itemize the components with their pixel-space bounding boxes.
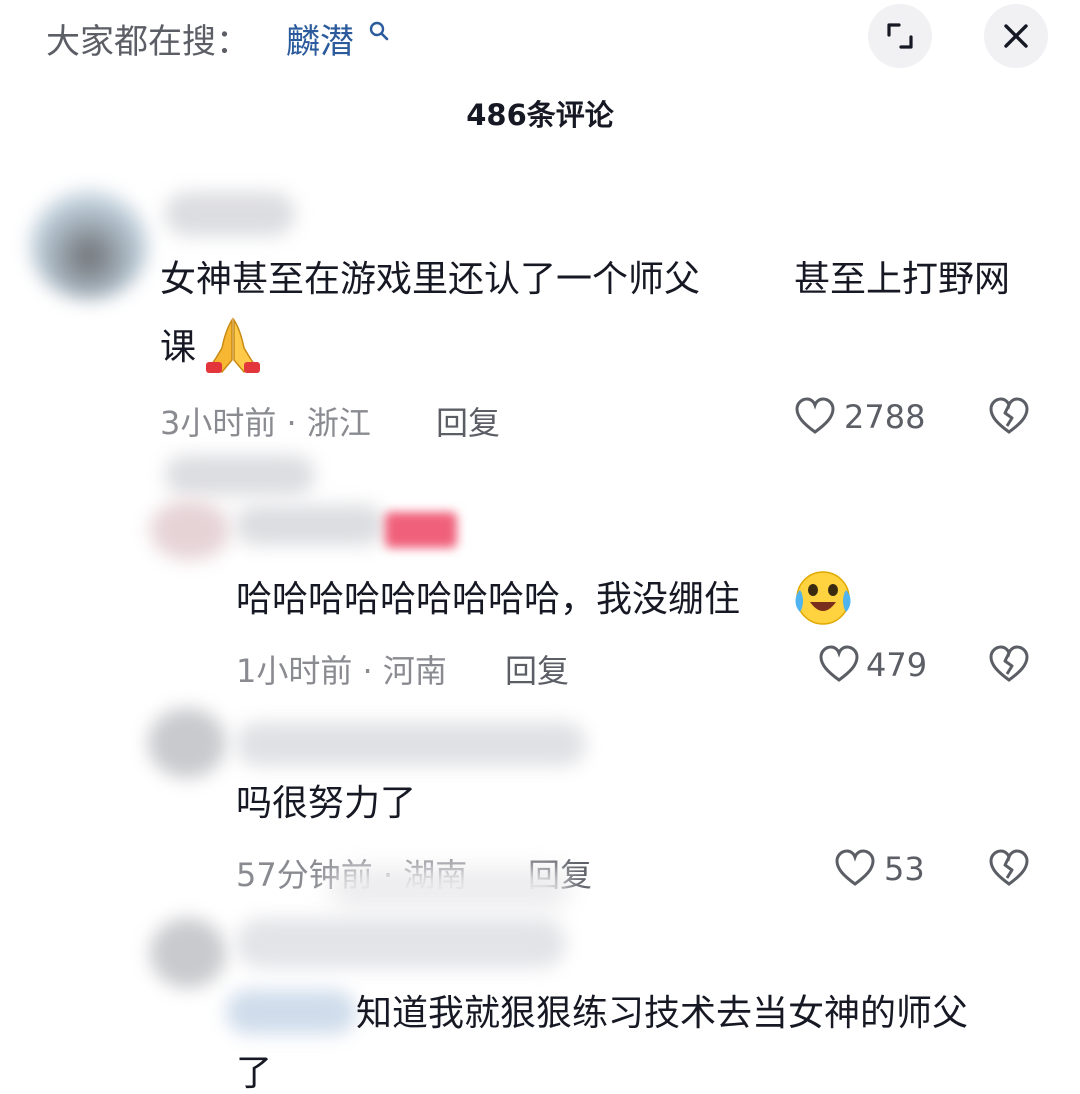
avatar[interactable]: [150, 918, 226, 988]
comment-count-title: 486条评论: [466, 98, 614, 132]
comment-text: 哈哈哈哈哈哈哈哈哈，我没绷住: [236, 579, 741, 620]
like-count: 53: [884, 850, 925, 888]
avatar[interactable]: [30, 190, 148, 300]
comment-text-line2: 了: [236, 1053, 273, 1094]
redaction-blur: [330, 868, 570, 908]
heart-icon[interactable]: [834, 848, 876, 888]
mention-blur: [226, 990, 356, 1034]
author-badge: [385, 512, 457, 548]
search-icon[interactable]: [368, 20, 390, 42]
folded-hands-emoji: [206, 317, 260, 374]
broken-heart-icon[interactable]: [988, 644, 1030, 684]
username[interactable]: [236, 918, 566, 968]
expand-icon: [887, 23, 913, 49]
close-icon: [1004, 24, 1028, 48]
reply-button[interactable]: 回复: [505, 646, 569, 692]
reply-button[interactable]: 回复: [436, 398, 500, 444]
comment-meta: 1小时前 · 河南: [236, 652, 447, 690]
avatar[interactable]: [148, 708, 226, 778]
username[interactable]: [165, 455, 315, 495]
comment-text: 女神甚至在游戏里还认了一个师父: [160, 259, 701, 300]
username[interactable]: [235, 505, 385, 545]
like-count: 479: [866, 646, 928, 684]
comment-text-continued: 甚至上打野网: [794, 259, 1011, 300]
hot-search-term[interactable]: 麟潜: [286, 14, 354, 63]
comment-meta: 3小时前 · 浙江: [160, 404, 371, 442]
heart-icon[interactable]: [794, 396, 836, 436]
like-count: 2788: [844, 398, 926, 436]
comment-text: 知道我就狠狠练习技术去当女神的师父: [356, 993, 969, 1034]
username[interactable]: [165, 192, 295, 236]
avatar[interactable]: [150, 500, 230, 560]
heart-icon[interactable]: [818, 644, 860, 684]
hot-search-label: 大家都在搜：: [46, 22, 250, 62]
expand-button[interactable]: [868, 4, 932, 68]
broken-heart-icon[interactable]: [988, 396, 1030, 436]
crying-laughing-emoji: [795, 571, 851, 625]
broken-heart-icon[interactable]: [988, 848, 1030, 888]
username[interactable]: [236, 722, 586, 766]
close-button[interactable]: [984, 4, 1048, 68]
comment-text-line2: 课: [160, 327, 197, 368]
comment-text: 吗很努力了: [236, 783, 417, 824]
